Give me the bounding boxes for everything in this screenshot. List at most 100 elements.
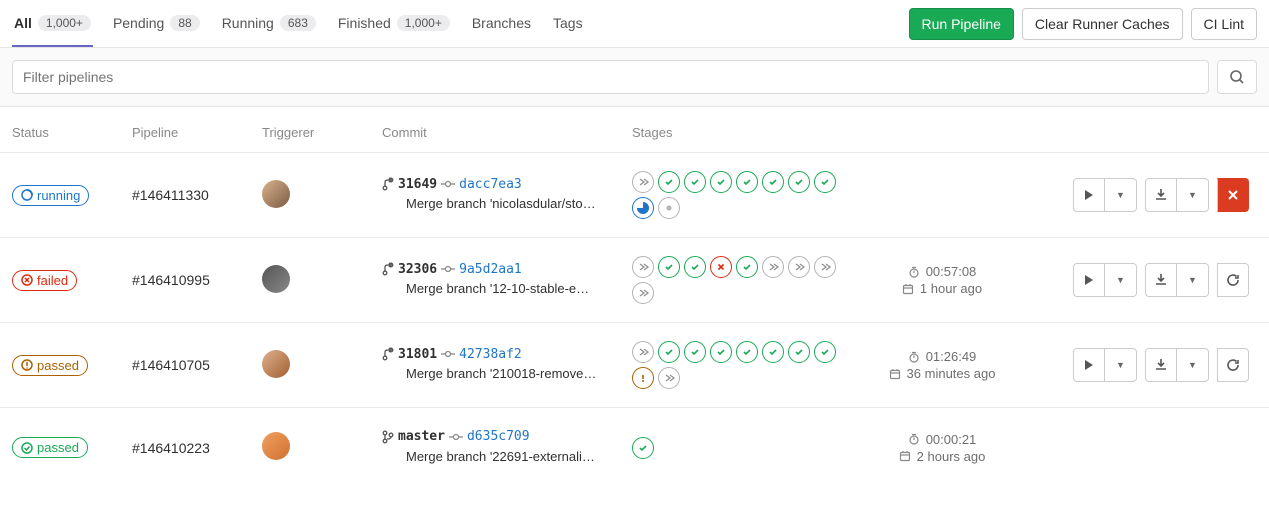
tab-running[interactable]: Running 683 [220,0,318,47]
filter-input[interactable] [12,60,1209,94]
stage-skipped[interactable] [658,367,680,389]
run-pipeline-button[interactable]: Run Pipeline [909,8,1014,40]
retry-button[interactable] [1217,263,1249,297]
stage-skipped[interactable] [814,256,836,278]
cancel-button[interactable] [1217,178,1249,212]
stage-skipped[interactable] [632,171,654,193]
status-badge[interactable]: failed [12,270,77,291]
commit-sha[interactable]: 9a5d2aa1 [459,262,522,277]
stage-skipped[interactable] [788,256,810,278]
download-button[interactable] [1145,263,1177,297]
pipeline-id[interactable]: #146410223 [132,440,210,456]
top-buttons: Run Pipeline Clear Runner Caches CI Lint [909,8,1257,40]
status-label: passed [37,440,79,455]
tab-tags[interactable]: Tags [551,0,585,47]
play-dropdown[interactable]: ▼ [1105,263,1137,297]
status-badge[interactable]: passed [12,355,88,376]
download-dropdown[interactable]: ▼ [1177,178,1209,212]
row-actions: ▼▼ [1073,263,1249,297]
stage-success[interactable] [814,171,836,193]
ref-name[interactable]: 31649 [398,177,437,192]
stage-success[interactable] [658,256,680,278]
commit-icon [441,264,455,274]
commit-sha[interactable]: 42738af2 [459,347,522,362]
status-badge[interactable]: running [12,185,89,206]
stages [632,171,842,219]
ref-icon [382,347,394,361]
stage-success[interactable] [762,341,784,363]
retry-button[interactable] [1217,348,1249,382]
commit-message: Merge branch 'nicolasdular/sto… [406,196,596,211]
pipeline-id[interactable]: #146410705 [132,357,210,373]
stage-skipped[interactable] [632,256,654,278]
stage-dot[interactable] [658,197,680,219]
triggerer-avatar[interactable] [262,265,290,293]
stage-success[interactable] [762,171,784,193]
stage-success[interactable] [684,341,706,363]
commit-message: Merge branch '12-10-stable-e… [406,281,589,296]
download-button[interactable] [1145,178,1177,212]
stage-success[interactable] [710,341,732,363]
download-button[interactable] [1145,348,1177,382]
play-button[interactable] [1073,263,1105,297]
ref-name[interactable]: 32306 [398,262,437,277]
commit-icon [449,432,463,442]
play-button[interactable] [1073,348,1105,382]
stage-running[interactable] [632,197,654,219]
stage-skipped[interactable] [762,256,784,278]
time-info: 01:26:4936 minutes ago [862,349,1022,381]
stage-success[interactable] [788,171,810,193]
column-headers: Status Pipeline Triggerer Commit Stages [0,107,1269,152]
tab-label: All [14,15,32,31]
stage-success[interactable] [632,437,654,459]
status-badge[interactable]: passed [12,437,88,458]
tab-count-badge: 683 [280,15,316,31]
pipeline-id[interactable]: #146410995 [132,272,210,288]
stage-failed[interactable] [710,256,732,278]
tab-finished[interactable]: Finished1,000+ [336,0,452,47]
stage-skipped[interactable] [632,341,654,363]
triggerer-avatar[interactable] [262,432,290,460]
stage-success[interactable] [814,341,836,363]
commit-sha[interactable]: d635c709 [467,429,530,444]
triggerer-avatar[interactable] [262,180,290,208]
pipeline-id[interactable]: #146411330 [132,187,209,203]
stage-success[interactable] [684,256,706,278]
ref-icon [382,262,394,276]
calendar-icon [899,450,911,462]
search-button[interactable] [1217,60,1257,94]
triggerer-avatar[interactable] [262,350,290,378]
stage-success[interactable] [658,341,680,363]
ref-name[interactable]: 31801 [398,347,437,362]
pipeline-row: failed #146410995 32306 9a5d2aa1 Merge bran… [0,237,1269,322]
tab-pending[interactable]: Pending88 [111,0,202,47]
tab-count-badge: 1,000+ [397,15,450,31]
download-dropdown[interactable]: ▼ [1177,263,1209,297]
ref-name[interactable]: master [398,429,445,444]
status-icon [21,189,33,201]
play-dropdown[interactable]: ▼ [1105,178,1137,212]
stages [632,437,842,459]
stage-success[interactable] [736,256,758,278]
header-stages: Stages [632,125,862,140]
commit-sha[interactable]: dacc7ea3 [459,177,522,192]
tab-all[interactable]: All1,000+ [12,0,93,47]
stage-warning[interactable] [632,367,654,389]
ref-icon [382,177,394,191]
stage-success[interactable] [788,341,810,363]
stage-success[interactable] [736,171,758,193]
download-dropdown[interactable]: ▼ [1177,348,1209,382]
stage-skipped[interactable] [632,282,654,304]
stage-success[interactable] [684,171,706,193]
stage-success[interactable] [736,341,758,363]
author-avatar [382,446,402,466]
stage-success[interactable] [658,171,680,193]
tab-branches[interactable]: Branches [470,0,533,47]
ci-lint-button[interactable]: CI Lint [1191,8,1257,40]
tab-label: Running [222,15,274,31]
commit-message: Merge branch '22691-externali… [406,449,595,464]
stage-success[interactable] [710,171,732,193]
play-button[interactable] [1073,178,1105,212]
play-dropdown[interactable]: ▼ [1105,348,1137,382]
clear-caches-button[interactable]: Clear Runner Caches [1022,8,1183,40]
